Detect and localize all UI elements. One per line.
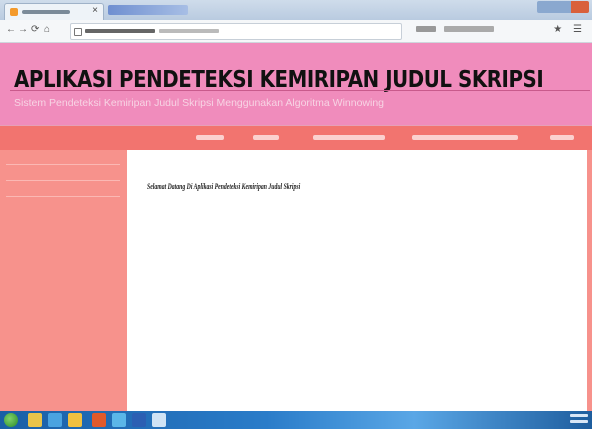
menu-item-5[interactable] — [550, 135, 574, 140]
refresh-icon[interactable]: ⟳ — [31, 24, 39, 36]
media-player-icon[interactable] — [48, 413, 62, 427]
window-controls[interactable] — [537, 1, 589, 13]
main-content: Selamat Datang Di Aplikasi Pendeteksi Ke… — [127, 150, 587, 411]
firefox-icon[interactable] — [92, 413, 106, 427]
menu-item-3[interactable] — [313, 135, 385, 140]
paint-icon[interactable] — [152, 413, 166, 427]
clock-date — [570, 420, 588, 423]
explorer-icon[interactable] — [28, 413, 42, 427]
page-info-icon[interactable] — [74, 28, 82, 36]
system-clock[interactable] — [566, 412, 588, 426]
page-subtitle: Sistem Pendeteksi Kemiripan Judul Skrips… — [14, 97, 385, 109]
taskbar — [0, 411, 592, 429]
word-icon[interactable] — [132, 413, 146, 427]
tab-title — [22, 10, 70, 14]
forward-icon[interactable]: → — [18, 24, 28, 36]
windows-start-icon[interactable] — [4, 413, 18, 427]
address-bar[interactable] — [70, 23, 402, 40]
sidebar — [0, 150, 127, 411]
address-text-path — [159, 29, 219, 33]
browser-nav-bar: ← → ⟳ ⌂ ★ ☰ — [0, 20, 592, 43]
browser-tab-bar: × — [0, 0, 592, 21]
app-header: APLIKASI PENDETEKSI KEMIRIPAN JUDUL SKRI… — [0, 43, 592, 125]
favicon-icon — [10, 8, 18, 16]
home-icon[interactable]: ⌂ — [44, 24, 50, 36]
sidebar-divider — [6, 180, 120, 181]
menu-item-2[interactable] — [253, 135, 279, 140]
folder-icon[interactable] — [68, 413, 82, 427]
menu-item-4[interactable] — [412, 135, 518, 140]
sidebar-divider — [6, 196, 120, 197]
search-box[interactable] — [444, 26, 494, 32]
browser-tab-inactive[interactable] — [108, 5, 188, 15]
back-icon[interactable]: ← — [6, 24, 16, 36]
welcome-text: Selamat Datang Di Aplikasi Pendeteksi Ke… — [147, 182, 301, 191]
browser-tab[interactable]: × — [4, 3, 104, 21]
toolbar-icons[interactable]: ★ ☰ — [553, 24, 586, 35]
main-menu — [0, 125, 592, 151]
menu-item-1[interactable] — [196, 135, 224, 140]
zoom-level[interactable] — [416, 26, 436, 32]
app-icon[interactable] — [112, 413, 126, 427]
clock-time — [570, 414, 588, 417]
content-right-border — [587, 150, 592, 411]
close-icon[interactable]: × — [92, 5, 98, 16]
sidebar-divider — [6, 164, 120, 165]
header-divider — [10, 90, 590, 91]
address-text — [85, 29, 155, 33]
